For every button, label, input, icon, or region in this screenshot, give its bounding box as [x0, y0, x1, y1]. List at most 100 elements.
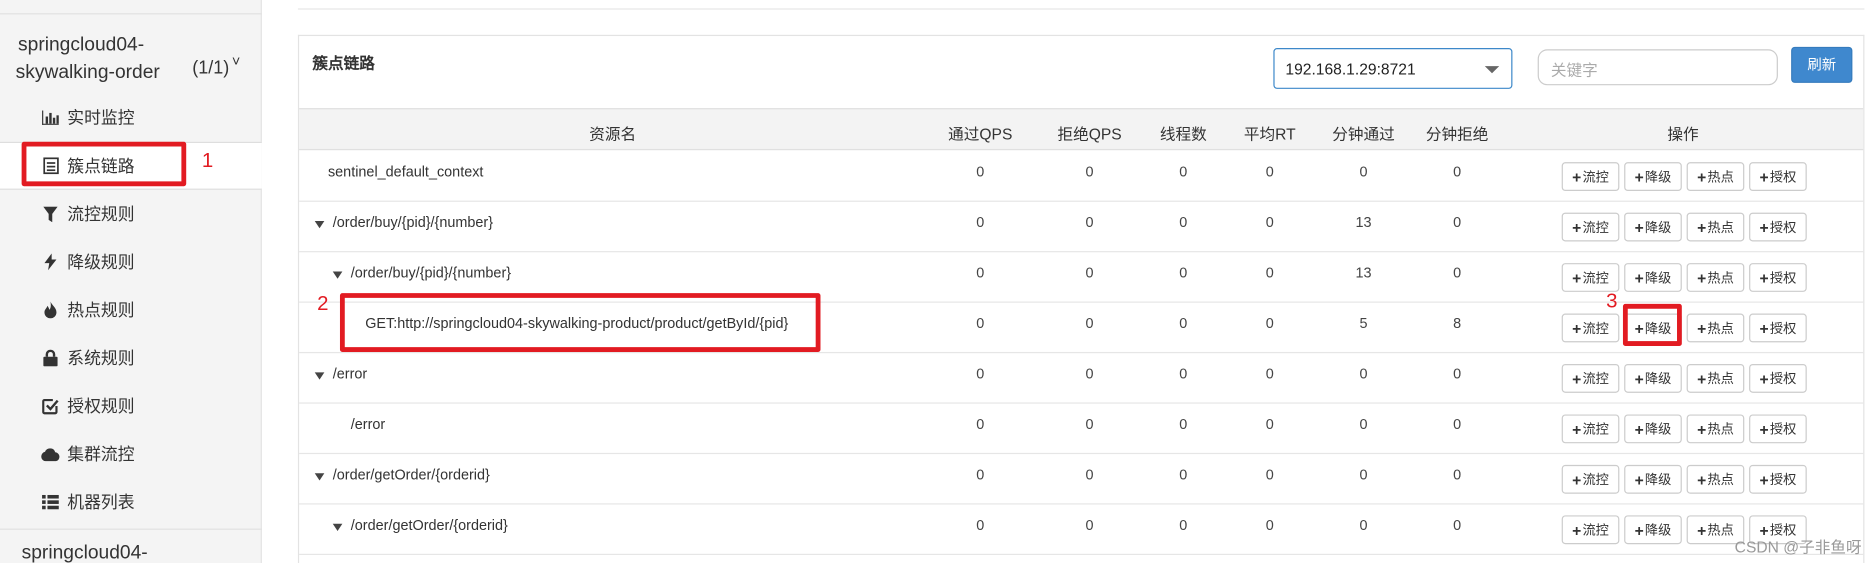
flow-rule-button[interactable]: + 流控 — [1561, 263, 1620, 292]
degrade-rule-button[interactable]: + 降级 — [1624, 162, 1682, 192]
degrade-rule-button[interactable]: + 降级 — [1624, 363, 1682, 393]
metric-value: 0 — [1453, 516, 1462, 534]
plus-icon: + — [1697, 419, 1707, 438]
flow-rule-button[interactable]: + 流控 — [1561, 515, 1620, 545]
button-label: 热点 — [1707, 271, 1734, 286]
degrade-rule-button[interactable]: + 降级 — [1624, 515, 1682, 545]
row-actions: + 流控 + 降级 + 热点 + 授权 — [1561, 414, 1807, 444]
metric-value: 0 — [1265, 365, 1274, 383]
plus-icon: + — [1572, 268, 1582, 287]
authority-rule-button[interactable]: + 授权 — [1749, 363, 1807, 393]
col-header-minute-pass: 分钟通过 — [1332, 124, 1395, 143]
annotation-number-2: 2 — [317, 291, 329, 315]
hotspot-rule-button[interactable]: + 热点 — [1686, 212, 1745, 242]
col-header-threads: 线程数 — [1159, 124, 1207, 143]
button-label: 热点 — [1707, 473, 1734, 488]
chevron-down-icon[interactable]: ˅ — [232, 53, 240, 70]
sidebar-item-flow-rules[interactable]: 流控规则 — [0, 190, 262, 238]
authority-rule-button[interactable]: + 授权 — [1749, 212, 1807, 242]
metric-value: 0 — [1085, 365, 1094, 383]
hotspot-rule-button[interactable]: + 热点 — [1686, 414, 1745, 444]
authority-rule-button[interactable]: + 授权 — [1749, 464, 1807, 494]
annotation-box-1 — [21, 141, 187, 187]
hotspot-rule-button[interactable]: + 热点 — [1686, 363, 1745, 393]
expand-caret-icon[interactable] — [332, 523, 343, 531]
button-label: 降级 — [1644, 523, 1672, 539]
degrade-rule-button[interactable]: + 降级 — [1624, 414, 1682, 444]
hotspot-rule-button[interactable]: + 热点 — [1686, 263, 1745, 292]
col-header-avg-rt: 平均RT — [1243, 124, 1296, 143]
hotspot-rule-button[interactable]: + 热点 — [1686, 162, 1745, 192]
table-header: 资源名 通过QPS 拒绝QPS 线程数 平均RT 分钟通过 分钟拒绝 操作 — [299, 108, 1864, 151]
hotspot-rule-button[interactable]: + 热点 — [1686, 464, 1745, 494]
expand-caret-icon[interactable] — [314, 473, 325, 481]
sidebar-item-label: 授权规则 — [67, 396, 135, 416]
button-label: 降级 — [1644, 372, 1672, 387]
metric-value: 0 — [1179, 314, 1188, 332]
button-label: 授权 — [1769, 321, 1797, 337]
metric-value: 0 — [1085, 466, 1094, 483]
annotation-box-3 — [1622, 303, 1682, 346]
metric-value: 0 — [1179, 415, 1188, 433]
button-label: 热点 — [1707, 422, 1734, 438]
sidebar-item-realtime-monitor[interactable]: 实时监控 — [0, 94, 262, 142]
metric-value: 0 — [1085, 163, 1094, 181]
flow-rule-button[interactable]: + 流控 — [1561, 162, 1620, 192]
plus-icon: + — [1759, 167, 1769, 186]
sidebar-item-machine-list[interactable]: 机器列表 — [0, 478, 262, 526]
refresh-button[interactable]: 刷新 — [1791, 46, 1853, 83]
degrade-rule-button[interactable]: + 降级 — [1624, 263, 1682, 292]
sidebar-item-degrade-rules[interactable]: 降级规则 — [0, 238, 262, 286]
flow-rule-button[interactable]: + 流控 — [1561, 313, 1620, 343]
authority-rule-button[interactable]: + 授权 — [1749, 162, 1807, 192]
button-label: 流控 — [1582, 523, 1609, 539]
plus-icon: + — [1634, 268, 1644, 287]
sidebar-item-hotspot-rules[interactable]: 热点规则 — [0, 286, 262, 334]
hotspot-rule-button[interactable]: + 热点 — [1686, 313, 1745, 343]
app-name[interactable]: springcloud04- skywalking-order — [16, 31, 160, 86]
machine-select[interactable]: 192.168.1.29:8721 — [1273, 48, 1513, 89]
plus-icon: + — [1572, 167, 1582, 186]
metric-value: 0 — [1179, 516, 1188, 534]
expand-caret-icon[interactable] — [314, 221, 325, 229]
filter-icon — [41, 204, 60, 223]
bolt-icon — [41, 252, 60, 271]
sidebar-item-authority-rules[interactable]: 授权规则 — [0, 382, 262, 430]
authority-rule-button[interactable]: + 授权 — [1749, 313, 1807, 343]
flow-rule-button[interactable]: + 流控 — [1561, 464, 1620, 494]
plus-icon: + — [1697, 167, 1707, 186]
button-label: 流控 — [1582, 321, 1609, 337]
button-label: 流控 — [1582, 170, 1609, 186]
watermark: CSDN @子非鱼呀 — [1734, 538, 1862, 557]
col-header-actions: 操作 — [1667, 124, 1699, 143]
button-label: 降级 — [1644, 473, 1672, 488]
plus-icon: + — [1697, 318, 1707, 337]
authority-rule-button[interactable]: + 授权 — [1749, 263, 1807, 292]
expand-caret-icon[interactable] — [314, 372, 325, 380]
metric-value: 8 — [1453, 314, 1462, 332]
flow-rule-button[interactable]: + 流控 — [1561, 363, 1620, 393]
main-divider — [297, 8, 1865, 10]
app-name-second[interactable]: springcloud04- — [22, 543, 148, 563]
authority-rule-button[interactable]: + 授权 — [1749, 414, 1807, 444]
resource-name: /error — [332, 365, 368, 383]
metric-value: 0 — [976, 213, 985, 231]
metric-value: 0 — [1265, 163, 1274, 181]
metric-value: 0 — [1359, 365, 1368, 383]
button-label: 授权 — [1769, 422, 1797, 438]
flow-rule-button[interactable]: + 流控 — [1561, 414, 1620, 444]
expand-caret-icon[interactable] — [332, 271, 343, 279]
search-input[interactable]: 关键字 — [1537, 49, 1778, 86]
plus-icon: + — [1572, 419, 1582, 438]
fire-icon — [41, 300, 60, 319]
button-label: 授权 — [1769, 271, 1797, 286]
degrade-rule-button[interactable]: + 降级 — [1624, 212, 1682, 242]
flow-rule-button[interactable]: + 流控 — [1561, 212, 1620, 242]
machine-select-value: 192.168.1.29:8721 — [1285, 60, 1416, 79]
metric-value: 0 — [1453, 264, 1462, 282]
sidebar-item-system-rules[interactable]: 系统规则 — [0, 334, 262, 382]
sidebar-item-label: 机器列表 — [67, 492, 135, 512]
sidebar-item-cluster-flow[interactable]: 集群流控 — [0, 430, 262, 478]
degrade-rule-button[interactable]: + 降级 — [1624, 464, 1682, 494]
plus-icon: + — [1634, 419, 1644, 438]
